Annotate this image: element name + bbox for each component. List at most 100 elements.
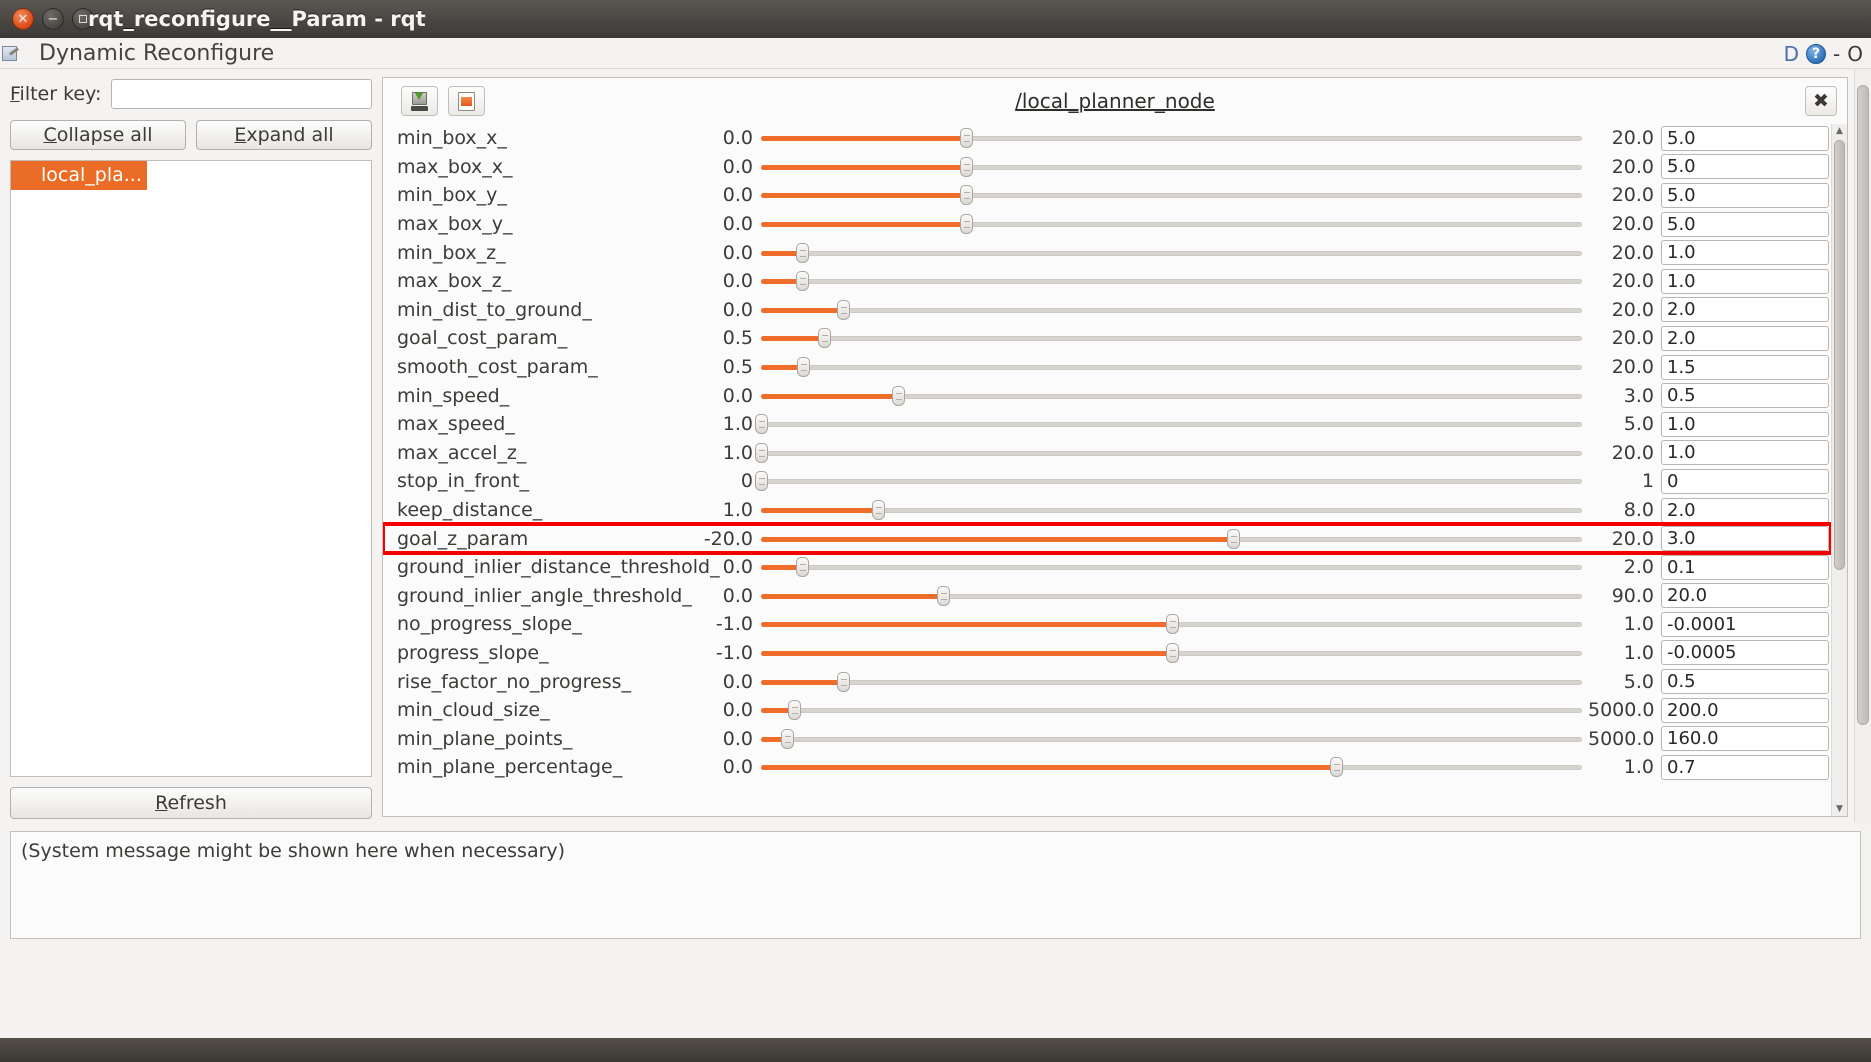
plugin-minimize-icon[interactable]: - bbox=[1833, 42, 1840, 66]
slider-handle[interactable] bbox=[872, 500, 885, 520]
slider-handle[interactable] bbox=[960, 185, 973, 205]
slider-handle[interactable] bbox=[755, 443, 768, 463]
param-slider[interactable] bbox=[761, 613, 1582, 635]
slider-handle[interactable] bbox=[1166, 614, 1179, 634]
param-slider[interactable] bbox=[761, 556, 1582, 578]
param-value-input[interactable] bbox=[1661, 583, 1829, 608]
panel-scrollbar[interactable] bbox=[1854, 69, 1871, 823]
slider-handle[interactable] bbox=[796, 243, 809, 263]
param-slider[interactable] bbox=[761, 356, 1582, 378]
param-name: ground_inlier_angle_threshold_ bbox=[397, 585, 697, 607]
param-value-input[interactable] bbox=[1661, 326, 1829, 351]
slider-handle[interactable] bbox=[960, 128, 973, 148]
param-value-input[interactable] bbox=[1661, 154, 1829, 179]
node-tree[interactable]: local_pla... bbox=[10, 160, 372, 777]
scroll-down-arrow[interactable]: ▼ bbox=[1832, 802, 1847, 816]
slider-handle[interactable] bbox=[796, 557, 809, 577]
panel-scrollbar-thumb[interactable] bbox=[1857, 85, 1869, 725]
expand-all-button[interactable]: Expand all bbox=[196, 120, 372, 150]
param-value-input[interactable] bbox=[1661, 297, 1829, 322]
param-value-input[interactable] bbox=[1661, 698, 1829, 723]
param-min-value: 0.0 bbox=[697, 671, 753, 693]
param-value-input[interactable] bbox=[1661, 669, 1829, 694]
param-value-input[interactable] bbox=[1661, 355, 1829, 380]
param-max-value: 20.0 bbox=[1588, 156, 1654, 178]
slider-handle[interactable] bbox=[960, 157, 973, 177]
param-value-input[interactable] bbox=[1661, 498, 1829, 523]
param-value-input[interactable] bbox=[1661, 526, 1829, 551]
param-value-input[interactable] bbox=[1661, 269, 1829, 294]
param-value-input[interactable] bbox=[1661, 126, 1829, 151]
param-value-input[interactable] bbox=[1661, 755, 1829, 780]
param-slider[interactable] bbox=[761, 470, 1582, 492]
param-slider[interactable] bbox=[761, 213, 1582, 235]
save-icon[interactable] bbox=[401, 86, 438, 116]
param-value-input[interactable] bbox=[1661, 440, 1829, 465]
param-slider[interactable] bbox=[761, 528, 1582, 550]
slider-handle[interactable] bbox=[892, 386, 905, 406]
param-slider[interactable] bbox=[761, 442, 1582, 464]
slider-handle[interactable] bbox=[837, 300, 850, 320]
slider-handle[interactable] bbox=[1166, 643, 1179, 663]
param-slider[interactable] bbox=[761, 499, 1582, 521]
param-slider[interactable] bbox=[761, 327, 1582, 349]
param-value-input[interactable] bbox=[1661, 383, 1829, 408]
collapse-all-button[interactable]: Collapse all bbox=[10, 120, 186, 150]
param-row: min_box_y_0.020.0 bbox=[383, 181, 1831, 210]
close-node-icon[interactable]: ✖ bbox=[1805, 86, 1837, 116]
param-value-input[interactable] bbox=[1661, 469, 1829, 494]
param-slider[interactable] bbox=[761, 585, 1582, 607]
close-icon[interactable]: ✕ bbox=[12, 8, 34, 30]
slider-handle[interactable] bbox=[788, 700, 801, 720]
slider-handle[interactable] bbox=[818, 328, 831, 348]
slider-handle[interactable] bbox=[755, 414, 768, 434]
dock-icon[interactable]: D bbox=[1784, 42, 1799, 66]
param-slider[interactable] bbox=[761, 184, 1582, 206]
param-value-input[interactable] bbox=[1661, 212, 1829, 237]
param-slider[interactable] bbox=[761, 156, 1582, 178]
param-min-value: 0.5 bbox=[697, 356, 753, 378]
param-value-input[interactable] bbox=[1661, 183, 1829, 208]
param-slider[interactable] bbox=[761, 127, 1582, 149]
param-value-input[interactable] bbox=[1661, 640, 1829, 665]
param-slider[interactable] bbox=[761, 413, 1582, 435]
slider-handle[interactable] bbox=[937, 586, 950, 606]
param-value-input[interactable] bbox=[1661, 240, 1829, 265]
parameter-scrollbar[interactable]: ▲ ▼ bbox=[1831, 124, 1847, 816]
load-file-icon[interactable] bbox=[448, 86, 485, 116]
refresh-row: Refresh bbox=[10, 777, 372, 819]
param-slider[interactable] bbox=[761, 728, 1582, 750]
slider-handle[interactable] bbox=[797, 357, 810, 377]
param-value-input[interactable] bbox=[1661, 412, 1829, 437]
slider-handle[interactable] bbox=[1227, 529, 1240, 549]
tree-item-local-planner[interactable]: local_pla... bbox=[11, 161, 147, 190]
filter-key-input[interactable] bbox=[111, 79, 372, 109]
param-max-value: 5.0 bbox=[1588, 671, 1654, 693]
param-slider[interactable] bbox=[761, 270, 1582, 292]
param-min-value: 0 bbox=[697, 470, 753, 492]
param-slider[interactable] bbox=[761, 385, 1582, 407]
refresh-button[interactable]: Refresh bbox=[10, 787, 372, 819]
param-value-input[interactable] bbox=[1661, 726, 1829, 751]
scroll-up-arrow[interactable]: ▲ bbox=[1832, 124, 1847, 138]
param-value-input[interactable] bbox=[1661, 612, 1829, 637]
param-slider[interactable] bbox=[761, 242, 1582, 264]
parameter-scrollbar-thumb[interactable] bbox=[1834, 140, 1845, 570]
slider-handle[interactable] bbox=[755, 471, 768, 491]
param-slider[interactable] bbox=[761, 642, 1582, 664]
minimize-icon[interactable]: − bbox=[42, 8, 64, 30]
param-slider[interactable] bbox=[761, 299, 1582, 321]
slider-handle[interactable] bbox=[781, 729, 794, 749]
slider-handle[interactable] bbox=[796, 271, 809, 291]
param-min-value: -20.0 bbox=[697, 528, 753, 550]
param-slider[interactable] bbox=[761, 699, 1582, 721]
slider-handle[interactable] bbox=[960, 214, 973, 234]
param-slider[interactable] bbox=[761, 671, 1582, 693]
slider-handle[interactable] bbox=[1330, 757, 1343, 777]
slider-handle[interactable] bbox=[837, 672, 850, 692]
param-value-input[interactable] bbox=[1661, 555, 1829, 580]
param-slider[interactable] bbox=[761, 756, 1582, 778]
slider-track bbox=[761, 279, 1582, 284]
help-icon[interactable]: ? bbox=[1806, 44, 1826, 64]
plugin-restore-icon[interactable]: O bbox=[1847, 42, 1863, 66]
